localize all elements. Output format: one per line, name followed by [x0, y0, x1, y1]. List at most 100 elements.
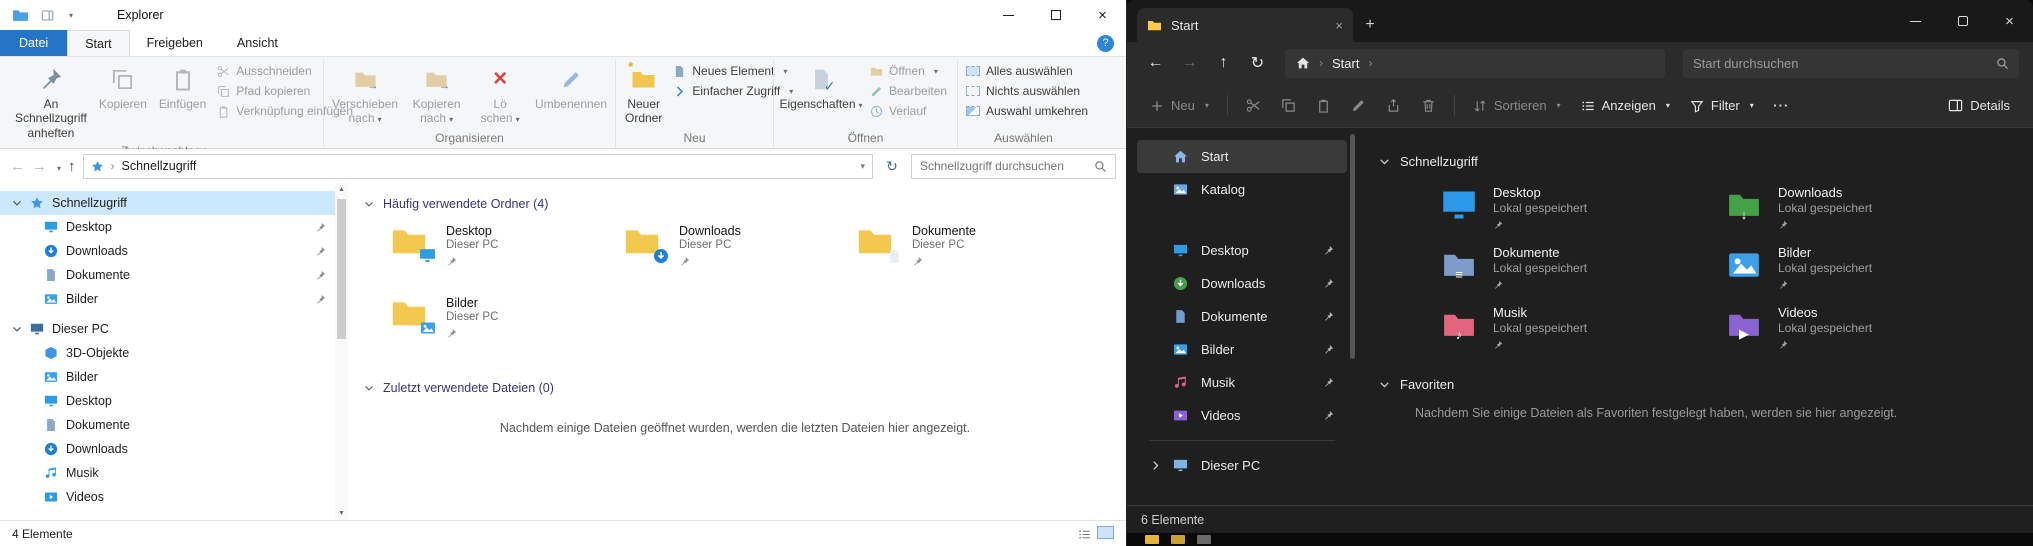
breadcrumb[interactable]: › Schnellzugriff ▾	[83, 154, 873, 179]
minimize-button[interactable]	[985, 0, 1032, 30]
back-button[interactable]: ←	[1141, 49, 1170, 78]
sidebar-item-musik[interactable]: Musik	[0, 461, 348, 485]
pin-icon[interactable]	[1323, 278, 1334, 289]
folder-tile-dokumente[interactable]: Dokumente Dieser PC	[852, 223, 1085, 285]
pin-icon[interactable]	[315, 270, 326, 281]
folder-tile-desktop[interactable]: Desktop Dieser PC	[386, 223, 619, 285]
sidebar-item-videos[interactable]: Videos	[0, 485, 348, 509]
search-input[interactable]	[920, 159, 1088, 173]
select-none-button[interactable]: Nichts auswählen	[962, 83, 1092, 99]
breadcrumb-path[interactable]: Schnellzugriff	[122, 159, 197, 173]
up-button[interactable]: ↑	[68, 158, 76, 175]
properties-button[interactable]: ✓ Eigenschaften▾	[778, 60, 864, 114]
close-button[interactable]: ×	[1079, 0, 1126, 30]
qat-dropdown-icon[interactable]: ▾	[69, 11, 73, 20]
refresh-button[interactable]: ↻	[1243, 49, 1272, 78]
sidebar-item-start[interactable]: Start	[1137, 140, 1347, 173]
pin-icon[interactable]	[1323, 344, 1334, 355]
copy-button[interactable]	[1272, 90, 1305, 121]
view-button[interactable]: Anzeigen▾	[1572, 90, 1679, 121]
copy-button[interactable]: Kopieren	[94, 60, 152, 114]
maximize-button[interactable]	[1939, 0, 1986, 42]
sidebar-item-desktop-pc[interactable]: Desktop	[0, 389, 348, 413]
forward-button[interactable]: →	[1175, 49, 1204, 78]
sort-button[interactable]: Sortieren▾	[1464, 90, 1570, 121]
tile-dokumente[interactable]: ≡ Dokumente Lokal gespeichert	[1437, 245, 1722, 297]
new-folder-button[interactable]: * Neuer Ordner	[620, 60, 667, 129]
more-options-button[interactable]: ···	[1765, 90, 1798, 121]
chevron-down-icon[interactable]	[12, 324, 22, 334]
pin-icon[interactable]	[1323, 245, 1334, 256]
sidebar-item-dokumente[interactable]: Dokumente	[1137, 300, 1347, 333]
chevron-right-icon[interactable]	[1150, 460, 1161, 471]
help-button[interactable]: ?	[1097, 35, 1114, 52]
recent-locations-button[interactable]: ▾	[54, 158, 61, 175]
pin-icon[interactable]	[315, 294, 326, 305]
sidebar-item-katalog[interactable]: Katalog	[1137, 173, 1347, 206]
section-header-favorites[interactable]: Favoriten	[1379, 377, 2007, 392]
scrollbar-thumb[interactable]	[1350, 134, 1355, 359]
sidebar-item-dieser-pc[interactable]: Dieser PC	[0, 317, 348, 341]
sidebar-item-bilder[interactable]: Bilder	[1137, 333, 1347, 366]
rename-button[interactable]: Umbenennen	[531, 60, 611, 114]
tab-ansicht[interactable]: Ansicht	[220, 30, 295, 56]
rename-button[interactable]	[1342, 90, 1375, 121]
sidebar-item-bilder-pc[interactable]: Bilder	[0, 365, 348, 389]
home-icon[interactable]	[1296, 56, 1310, 70]
pin-icon[interactable]	[1323, 410, 1334, 421]
sidebar-item-bilder[interactable]: Bilder	[0, 287, 348, 311]
up-button[interactable]: ↑	[1209, 49, 1238, 78]
taskbar-folder-icon[interactable]	[1171, 535, 1185, 544]
scroll-up-icon[interactable]: ▲	[335, 186, 348, 193]
thumbnail-view-button[interactable]	[1097, 526, 1114, 542]
tile-desktop[interactable]: Desktop Lokal gespeichert	[1437, 185, 1722, 237]
sidebar-item-dokumente-pc[interactable]: Dokumente	[0, 413, 348, 437]
close-button[interactable]: ×	[1986, 0, 2033, 42]
tile-bilder[interactable]: Bilder Lokal gespeichert	[1722, 245, 2007, 297]
sidebar-item-videos[interactable]: Videos	[1137, 399, 1347, 432]
new-tab-button[interactable]: +	[1353, 8, 1387, 42]
filter-button[interactable]: Filter▾	[1681, 90, 1763, 121]
tab-start[interactable]: Start ×	[1137, 8, 1353, 42]
delete-button[interactable]	[1412, 90, 1445, 121]
open-button[interactable]: Öffnen▾	[866, 63, 951, 79]
refresh-button[interactable]: ↻	[880, 158, 904, 175]
history-button[interactable]: Verlauf	[866, 103, 951, 119]
sidebar-scrollbar[interactable]: ▲ ▼	[335, 183, 348, 520]
sidebar-item-downloads[interactable]: Downloads	[0, 239, 348, 263]
sidebar-item-desktop[interactable]: Desktop	[1137, 234, 1347, 267]
sidebar-item-quick-access[interactable]: Schnellzugriff	[0, 191, 348, 215]
cut-button[interactable]	[1237, 90, 1270, 121]
details-button[interactable]: Details	[1939, 90, 2019, 121]
section-header-quick-access[interactable]: Schnellzugriff	[1379, 154, 2007, 169]
scroll-down-icon[interactable]: ▼	[335, 510, 348, 517]
section-header-frequent[interactable]: Häufig verwendete Ordner (4)	[364, 197, 1106, 211]
section-header-recent[interactable]: Zuletzt verwendete Dateien (0)	[364, 381, 1106, 395]
sidebar-item-dokumente[interactable]: Dokumente	[0, 263, 348, 287]
minimize-button[interactable]	[1892, 0, 1939, 42]
delete-button[interactable]: × Lö schen▾	[471, 60, 529, 129]
sidebar-item-dieser-pc[interactable]: Dieser PC	[1137, 449, 1347, 482]
tile-downloads[interactable]: ↓ Downloads Lokal gespeichert	[1722, 185, 2007, 237]
pin-to-quick-access-button[interactable]: An Schnellzugriff anheften	[10, 60, 92, 143]
tab-freigeben[interactable]: Freigeben	[130, 30, 220, 56]
list-view-button[interactable]	[1077, 526, 1092, 540]
address-bar[interactable]: › Start ›	[1285, 49, 1665, 78]
taskbar-folder-icon[interactable]	[1145, 535, 1159, 544]
sidebar-item-musik[interactable]: Musik	[1137, 366, 1347, 399]
breadcrumb-path[interactable]: Start	[1332, 56, 1359, 71]
tab-datei[interactable]: Datei	[0, 30, 67, 56]
forward-button[interactable]: →	[32, 158, 47, 175]
back-button[interactable]: ←	[10, 158, 25, 175]
sidebar-item-desktop[interactable]: Desktop	[0, 215, 348, 239]
pin-icon[interactable]	[315, 222, 326, 233]
tile-musik[interactable]: ♪ Musik Lokal gespeichert	[1437, 305, 1722, 357]
invert-selection-button[interactable]: Auswahl umkehren	[962, 103, 1092, 119]
scrollbar-thumb[interactable]	[337, 199, 346, 339]
pin-icon[interactable]	[1323, 377, 1334, 388]
tab-close-icon[interactable]: ×	[1335, 18, 1343, 33]
pin-icon[interactable]	[1323, 311, 1334, 322]
edit-button[interactable]: Bearbeiten	[866, 83, 951, 99]
taskbar-app-icon[interactable]	[1197, 535, 1211, 544]
tab-start[interactable]: Start	[67, 30, 129, 56]
